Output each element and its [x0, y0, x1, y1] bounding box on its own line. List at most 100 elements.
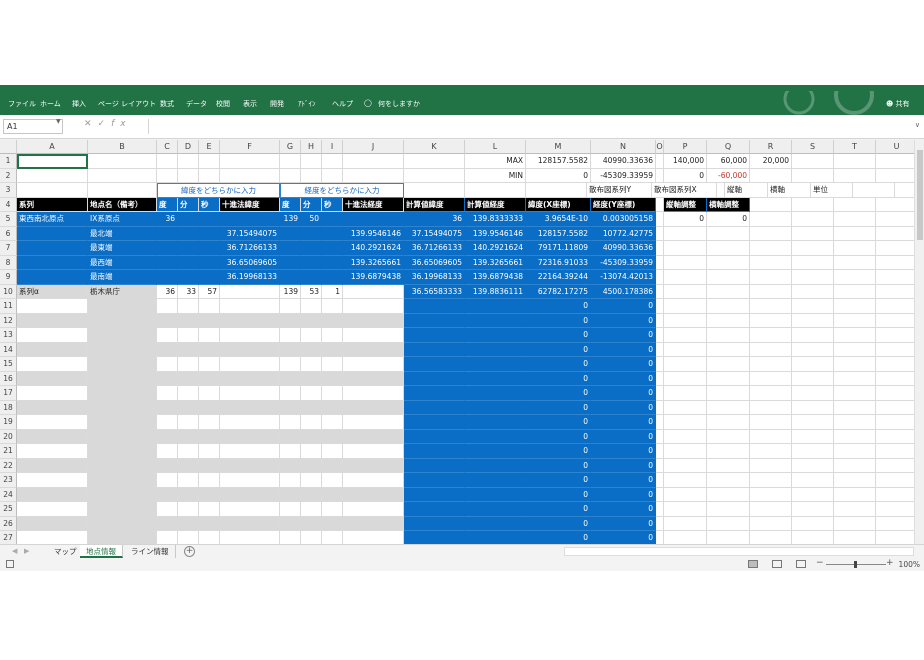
cell[interactable]	[656, 458, 664, 473]
cell[interactable]	[656, 444, 664, 459]
cell[interactable]	[199, 386, 220, 401]
column-header[interactable]: G	[280, 140, 301, 154]
cell[interactable]	[834, 226, 876, 241]
cell[interactable]	[750, 516, 792, 531]
cell[interactable]	[178, 487, 199, 502]
scroll-right-icon[interactable]: ▶	[24, 547, 29, 555]
cell[interactable]	[465, 400, 526, 415]
cell[interactable]	[707, 487, 750, 502]
cell[interactable]	[157, 458, 178, 473]
latitude-input-note[interactable]: 緯度をどちらかに入力	[157, 183, 280, 198]
cell[interactable]	[656, 371, 664, 386]
formula-input[interactable]	[148, 119, 912, 134]
header-lat-minute[interactable]: 分	[178, 197, 199, 212]
cell[interactable]	[834, 255, 876, 270]
cell[interactable]	[465, 371, 526, 386]
cell[interactable]	[178, 241, 199, 256]
cell[interactable]	[404, 168, 465, 183]
cell[interactable]	[656, 226, 664, 241]
cell[interactable]	[834, 299, 876, 314]
zero-cell[interactable]: 0	[526, 429, 591, 444]
cell-l6[interactable]: 139.9546146	[465, 226, 526, 241]
cell[interactable]	[834, 371, 876, 386]
page-layout-view-icon[interactable]	[772, 560, 782, 568]
check-icon[interactable]: ✓	[98, 119, 112, 129]
cell[interactable]	[280, 154, 301, 169]
name-box[interactable]: A1	[3, 119, 63, 134]
cell[interactable]	[834, 197, 876, 212]
column-header[interactable]: C	[157, 140, 178, 154]
cell[interactable]	[17, 487, 88, 502]
cell[interactable]	[664, 516, 707, 531]
cell[interactable]	[750, 328, 792, 343]
cell-m6[interactable]: 128157.5582	[526, 226, 591, 241]
header-y-coordinate[interactable]: 経度(Y座標)	[591, 197, 656, 212]
cell[interactable]	[301, 415, 322, 430]
cell[interactable]	[157, 241, 178, 256]
cell-p5[interactable]: 0	[664, 212, 707, 227]
cell[interactable]	[343, 458, 404, 473]
header-decimal-longitude[interactable]: 十進法経度	[343, 197, 404, 212]
row-header[interactable]: 5	[0, 212, 17, 227]
cell[interactable]	[157, 487, 178, 502]
row-header[interactable]: 21	[0, 444, 17, 459]
cell[interactable]	[656, 531, 664, 544]
cell[interactable]	[157, 270, 178, 285]
column-header[interactable]: A	[17, 140, 88, 154]
cell[interactable]	[792, 342, 834, 357]
cell[interactable]	[17, 299, 88, 314]
row-header[interactable]: 14	[0, 342, 17, 357]
cell[interactable]	[750, 270, 792, 285]
cell[interactable]	[876, 415, 914, 430]
cell[interactable]	[343, 502, 404, 517]
cell[interactable]	[664, 299, 707, 314]
row-header[interactable]: 8	[0, 255, 17, 270]
cell-d10[interactable]: 33	[178, 284, 199, 299]
cell[interactable]	[750, 429, 792, 444]
cell[interactable]	[750, 400, 792, 415]
cell-n7[interactable]: 40990.33636	[591, 241, 656, 256]
tab-view[interactable]: 表示	[243, 99, 257, 109]
tab-help[interactable]: ヘルプ	[332, 99, 353, 109]
expand-chevron-icon[interactable]: ∨	[915, 121, 920, 129]
cell[interactable]	[322, 444, 343, 459]
cell[interactable]	[656, 328, 664, 343]
cell[interactable]	[88, 473, 157, 488]
cell[interactable]	[157, 371, 178, 386]
cell[interactable]	[280, 473, 301, 488]
cell[interactable]	[404, 444, 465, 459]
zero-cell[interactable]: 0	[526, 415, 591, 430]
cell-b10[interactable]: 栃木県庁	[88, 284, 157, 299]
cell[interactable]	[876, 328, 914, 343]
cell-l2[interactable]: MIN	[465, 168, 526, 183]
cell[interactable]	[322, 357, 343, 372]
cell[interactable]	[88, 516, 157, 531]
cell[interactable]	[876, 198, 914, 212]
cell[interactable]	[220, 168, 280, 183]
cell[interactable]	[792, 415, 834, 430]
cell[interactable]	[88, 357, 157, 372]
cell[interactable]	[792, 255, 834, 270]
cell-n3[interactable]: 散布図系列X	[652, 183, 717, 198]
cell[interactable]	[876, 285, 914, 299]
cell-p1[interactable]: 140,000	[664, 154, 707, 169]
cell[interactable]	[465, 444, 526, 459]
cell[interactable]	[664, 371, 707, 386]
cell[interactable]	[664, 487, 707, 502]
cell[interactable]	[88, 183, 157, 198]
cell[interactable]	[220, 284, 280, 299]
cell[interactable]	[876, 473, 914, 488]
cell-q1[interactable]: 60,000	[707, 154, 750, 169]
zero-cell[interactable]: 0	[526, 328, 591, 343]
cell-f9[interactable]: 36.19968133	[220, 270, 280, 285]
cell[interactable]	[301, 342, 322, 357]
zero-cell[interactable]: 0	[526, 516, 591, 531]
cell[interactable]	[664, 241, 707, 256]
column-header[interactable]: O	[656, 140, 664, 154]
cell[interactable]	[717, 183, 725, 198]
cell[interactable]	[404, 415, 465, 430]
cell[interactable]	[707, 531, 750, 544]
cell[interactable]	[750, 357, 792, 372]
tab-insert[interactable]: 挿入	[72, 99, 86, 109]
cell-a10[interactable]: 系列α	[17, 284, 88, 299]
